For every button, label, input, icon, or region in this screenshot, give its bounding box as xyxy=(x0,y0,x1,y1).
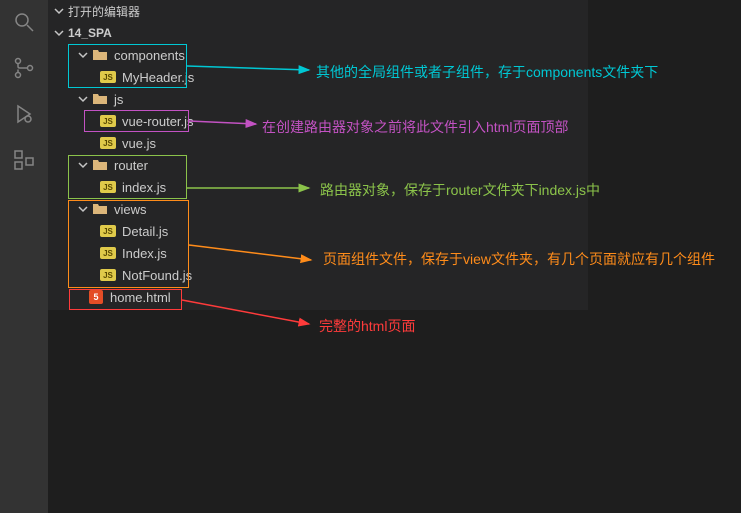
js-icon: JS xyxy=(100,113,116,129)
js-icon: JS xyxy=(100,245,116,261)
js-icon: JS xyxy=(100,135,116,151)
folder-icon xyxy=(92,91,108,107)
js-icon: JS xyxy=(100,267,116,283)
folder-icon xyxy=(92,47,108,63)
file-label: MyHeader.js xyxy=(122,70,194,85)
file-label: Detail.js xyxy=(122,224,168,239)
file-label: vue.js xyxy=(122,136,156,151)
file-label: Index.js xyxy=(122,246,167,261)
folder-label: views xyxy=(114,202,147,217)
folder-icon xyxy=(92,201,108,217)
file-label: index.js xyxy=(122,180,166,195)
extensions-icon[interactable] xyxy=(10,146,38,174)
chevron-down-icon xyxy=(76,92,90,106)
project-header[interactable]: 14_SPA xyxy=(48,22,588,44)
annotation-router: 路由器对象，保存于router文件夹下index.js中 xyxy=(320,180,600,200)
chevron-down-icon xyxy=(52,4,66,18)
annotation-components: 其他的全局组件或者子组件，存于components文件夹下 xyxy=(316,62,658,82)
file-label: home.html xyxy=(110,290,171,305)
open-editors-header[interactable]: 打开的编辑器 xyxy=(48,0,588,22)
file-label: NotFound.js xyxy=(122,268,192,283)
folder-label: components xyxy=(114,48,185,63)
project-label: 14_SPA xyxy=(68,26,112,40)
js-icon: JS xyxy=(100,69,116,85)
js-icon: JS xyxy=(100,179,116,195)
chevron-down-icon xyxy=(76,202,90,216)
source-control-icon[interactable] xyxy=(10,54,38,82)
html-icon: 5 xyxy=(88,289,104,305)
activity-bar xyxy=(0,0,48,513)
chevron-down-icon xyxy=(52,26,66,40)
chevron-down-icon xyxy=(76,158,90,172)
editor-area xyxy=(48,310,741,513)
folder-views[interactable]: views xyxy=(48,198,588,220)
annotation-views: 页面组件文件，保存于view文件夹，有几个页面就应有几个组件 xyxy=(323,248,733,270)
open-editors-label: 打开的编辑器 xyxy=(68,3,140,20)
file-label: vue-router.js xyxy=(122,114,194,129)
js-icon: JS xyxy=(100,223,116,239)
file-tree: components JS MyHeader.js js JS vue-rout… xyxy=(48,44,588,314)
file-home-html[interactable]: 5 home.html xyxy=(48,286,588,308)
folder-js[interactable]: js xyxy=(48,88,588,110)
run-debug-icon[interactable] xyxy=(10,100,38,128)
search-icon[interactable] xyxy=(10,8,38,36)
folder-icon xyxy=(92,157,108,173)
folder-label: router xyxy=(114,158,148,173)
file-detail[interactable]: JS Detail.js xyxy=(48,220,588,242)
folder-router[interactable]: router xyxy=(48,154,588,176)
chevron-down-icon xyxy=(76,48,90,62)
folder-label: js xyxy=(114,92,123,107)
annotation-vue-router: 在创建路由器对象之前将此文件引入html页面顶部 xyxy=(262,117,568,137)
annotation-home: 完整的html页面 xyxy=(319,316,415,336)
